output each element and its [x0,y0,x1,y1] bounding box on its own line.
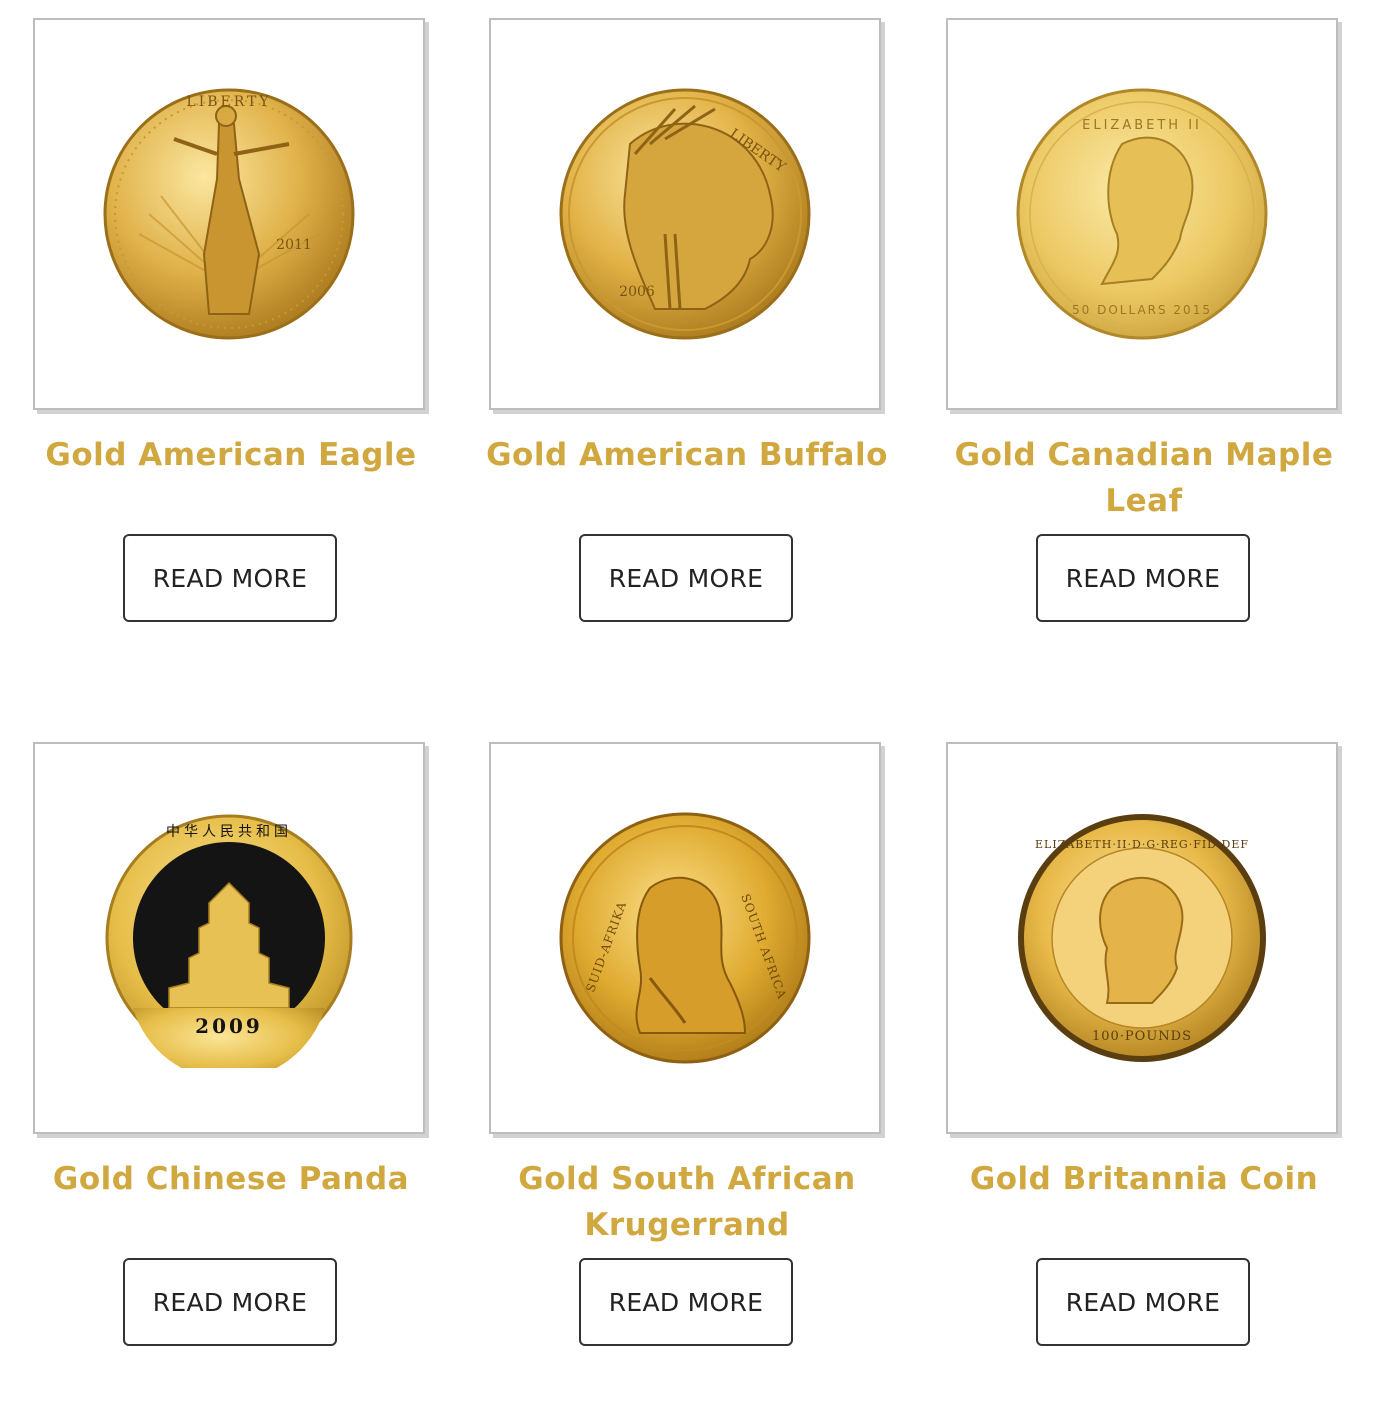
svg-text:100·POUNDS: 100·POUNDS [1092,1029,1192,1044]
svg-text:2011: 2011 [276,237,312,253]
svg-text:ELIZABETH·II·D·G·REG·FID·DEF: ELIZABETH·II·D·G·REG·FID·DEF [1035,838,1249,851]
product-grid: LIBERTY 2011 Gold American Eagle READ MO… [0,0,1384,1414]
read-more-button[interactable]: READ MORE [1036,1258,1250,1346]
product-image-frame[interactable]: ELIZABETH II 50 DOLLARS 2015 [946,18,1338,410]
product-image-frame[interactable]: SUID-AFRIKA SOUTH AFRICA [489,742,881,1134]
read-more-button[interactable]: READ MORE [579,534,793,622]
read-more-button[interactable]: READ MORE [123,1258,337,1346]
svg-text:中华人民共和国: 中华人民共和国 [166,824,292,840]
product-image-frame[interactable]: 2009 中华人民共和国 [33,742,425,1134]
product-title[interactable]: Gold Canadian Maple Leaf [936,432,1352,524]
product-image-frame[interactable]: LIBERTY 2006 [489,18,881,410]
svg-text:2006: 2006 [619,284,655,300]
gold-chinese-panda-coin-icon: 2009 中华人民共和国 [105,814,353,1068]
svg-text:ELIZABETH II: ELIZABETH II [1082,118,1202,133]
gold-britannia-coin-icon: ELIZABETH·II·D·G·REG·FID·DEF 100·POUNDS [1018,814,1266,1062]
product-title[interactable]: Gold Chinese Panda [23,1156,439,1202]
product-title[interactable]: Gold South African Krugerrand [479,1156,895,1248]
read-more-button[interactable]: READ MORE [579,1258,793,1346]
product-image-frame[interactable]: ELIZABETH·II·D·G·REG·FID·DEF 100·POUNDS [946,742,1338,1134]
product-title[interactable]: Gold American Eagle [23,432,439,478]
svg-text:LIBERTY: LIBERTY [186,94,271,110]
gold-krugerrand-coin-icon: SUID-AFRIKA SOUTH AFRICA [559,812,811,1064]
read-more-button[interactable]: READ MORE [1036,534,1250,622]
product-title[interactable]: Gold American Buffalo [479,432,895,478]
gold-canadian-maple-leaf-coin-icon: ELIZABETH II 50 DOLLARS 2015 [1016,88,1268,340]
svg-text:50 DOLLARS 2015: 50 DOLLARS 2015 [1072,303,1212,317]
product-image-frame[interactable]: LIBERTY 2011 [33,18,425,410]
read-more-button[interactable]: READ MORE [123,534,337,622]
gold-american-buffalo-coin-icon: LIBERTY 2006 [559,88,811,340]
svg-text:2009: 2009 [195,1014,263,1038]
product-title[interactable]: Gold Britannia Coin [936,1156,1352,1202]
gold-american-eagle-coin-icon: LIBERTY 2011 [103,88,355,340]
